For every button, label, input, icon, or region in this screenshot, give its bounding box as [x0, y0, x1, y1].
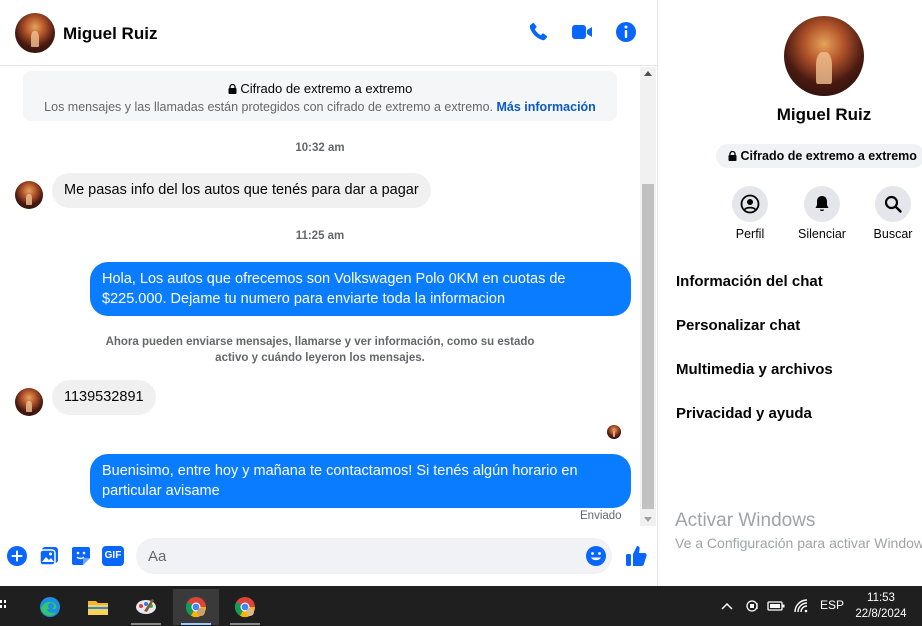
plus-icon[interactable]: [6, 545, 28, 567]
outgoing-message[interactable]: Buenisimo, entre hoy y mañana te contact…: [90, 454, 631, 508]
gif-icon[interactable]: GIF: [102, 546, 124, 566]
chrome-icon: [185, 597, 207, 618]
seen-indicator-avatar: [607, 425, 621, 439]
menu-privacy-help[interactable]: Privacidad y ayuda: [676, 405, 812, 422]
lock-icon: [728, 150, 737, 161]
menu-media-files[interactable]: Multimedia y archivos: [676, 361, 833, 378]
outgoing-message[interactable]: Hola, Los autos que ofrecemos son Volksw…: [90, 262, 631, 316]
search-icon: [884, 195, 902, 213]
contact-name[interactable]: Miguel Ruiz: [63, 24, 157, 44]
profile-name: Miguel Ruiz: [776, 105, 872, 124]
sent-status: Enviado: [580, 510, 622, 522]
activation-watermark-title: Activar Windows: [675, 510, 816, 531]
encryption-text: Los mensajes y las llamadas están proteg…: [44, 100, 494, 114]
menu-customize-chat[interactable]: Personalizar chat: [676, 317, 800, 334]
incoming-message[interactable]: Me pasas info del los autos que tenés pa…: [52, 173, 431, 208]
composer: GIF: [0, 530, 657, 586]
folder-icon: [88, 601, 108, 615]
profile-avatar-large[interactable]: [784, 16, 864, 96]
activation-watermark-subtitle: Ve a Configuración para activar Windows.: [675, 535, 922, 551]
edge-icon: [40, 597, 60, 617]
encryption-notice: Cifrado de extremo a extremo Los mensaje…: [23, 71, 617, 121]
lock-icon: [228, 83, 237, 94]
person-circle-icon: [740, 194, 760, 214]
info-panel: Miguel Ruiz Cifrado de extremo a extremo…: [659, 0, 922, 586]
timestamp: 10:32 am: [295, 142, 345, 154]
sender-avatar[interactable]: [15, 388, 43, 416]
message-list[interactable]: Cifrado de extremo a extremo Los mensaje…: [0, 67, 640, 527]
chat-panel: Miguel Ruiz Cifrado de extremo a extremo: [0, 0, 658, 586]
info-icon[interactable]: [614, 20, 638, 44]
gallery-icon[interactable]: [38, 545, 60, 567]
timestamp: 11:25 am: [295, 230, 345, 242]
sticker-icon[interactable]: [70, 545, 92, 567]
scroll-thumb[interactable]: [642, 184, 654, 509]
task-view-icon[interactable]: [0, 598, 8, 614]
edge-app[interactable]: [27, 589, 73, 625]
paint-palette-icon: [136, 599, 156, 614]
scroll-up-arrow[interactable]: [644, 71, 652, 76]
video-call-icon[interactable]: [570, 20, 594, 44]
windows-taskbar: ESP 11:53 22/8/2024: [0, 586, 922, 626]
connection-notice: Ahora pueden enviarse mensajes, llamarse…: [105, 336, 535, 364]
chrome-app-active[interactable]: [173, 589, 219, 625]
paint-app[interactable]: [123, 589, 169, 625]
encryption-title: Cifrado de extremo a extremo: [240, 81, 413, 96]
message-input[interactable]: [136, 538, 612, 574]
bell-icon: [815, 196, 829, 212]
meet-now-icon[interactable]: [745, 598, 761, 614]
chat-header: Miguel Ruiz: [0, 0, 657, 66]
encryption-badge[interactable]: Cifrado de extremo a extremo: [716, 144, 922, 168]
incoming-message[interactable]: 1139532891: [52, 380, 156, 415]
sender-avatar[interactable]: [15, 181, 43, 209]
more-info-link[interactable]: Más información: [497, 100, 596, 114]
thumbs-up-icon[interactable]: [623, 543, 649, 569]
message-scrollbar[interactable]: [640, 67, 656, 526]
battery-icon[interactable]: [767, 599, 785, 613]
search-button[interactable]: Buscar: [863, 186, 922, 241]
system-clock[interactable]: 11:53 22/8/2024: [852, 590, 910, 622]
chrome-app[interactable]: [222, 589, 268, 625]
wifi-icon[interactable]: [793, 598, 809, 614]
chrome-icon: [234, 597, 256, 618]
scroll-down-arrow[interactable]: [644, 517, 652, 522]
phone-icon[interactable]: [526, 20, 550, 44]
mute-button[interactable]: Silenciar: [792, 186, 852, 241]
profile-button[interactable]: Perfil: [720, 186, 780, 241]
emoji-icon[interactable]: [585, 545, 607, 567]
file-explorer-app[interactable]: [75, 589, 121, 625]
language-indicator[interactable]: ESP: [820, 598, 844, 612]
chevron-up-icon[interactable]: [721, 601, 733, 611]
menu-chat-info[interactable]: Información del chat: [676, 273, 823, 290]
contact-avatar[interactable]: [15, 13, 55, 53]
